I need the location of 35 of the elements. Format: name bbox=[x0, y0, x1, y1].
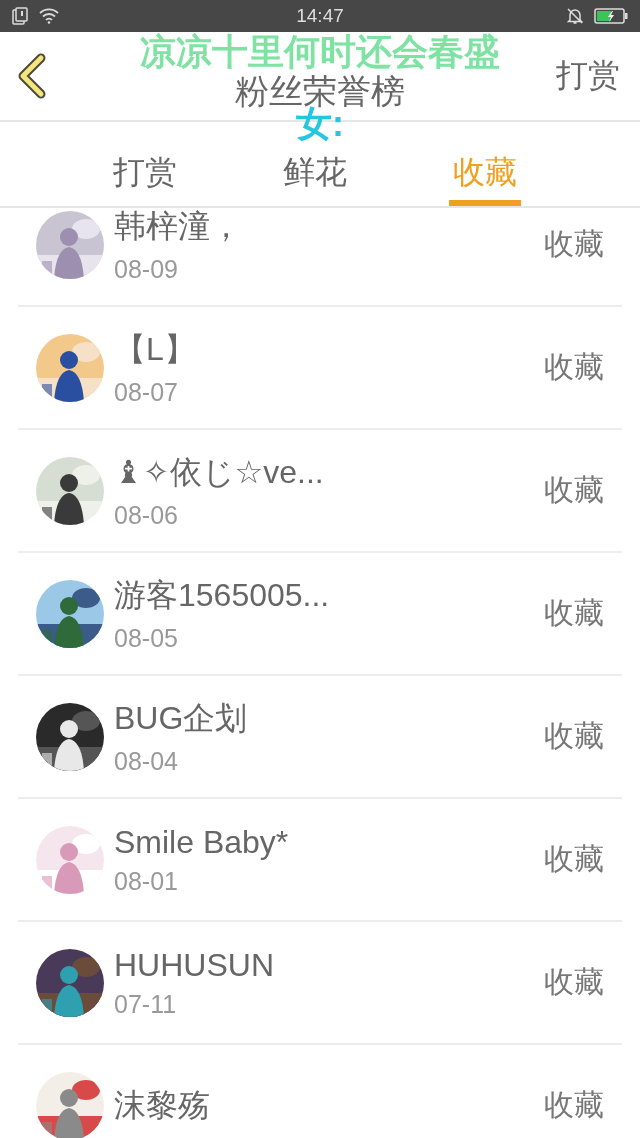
bell-muted-icon bbox=[566, 7, 584, 25]
favorite-label: 收藏 bbox=[544, 1087, 604, 1123]
date: 08-01 bbox=[114, 866, 179, 896]
date: 08-07 bbox=[114, 378, 179, 407]
back-button[interactable] bbox=[16, 53, 48, 99]
date: 08-09 bbox=[114, 255, 179, 284]
overlay-comment: 凉凉十里何时还会春盛 bbox=[140, 33, 500, 71]
favorite-label: 收藏 bbox=[544, 349, 604, 385]
tab[interactable]: 鲜花 bbox=[279, 146, 351, 206]
user-name: ♝✧依じ☆ve... bbox=[114, 453, 325, 492]
clock-time: 14:47 bbox=[296, 5, 344, 27]
user-name: BUG企划 bbox=[114, 699, 249, 738]
user-name: 【L】 bbox=[114, 330, 197, 369]
date: 07-11 bbox=[114, 989, 178, 1019]
date: 08-04 bbox=[114, 747, 179, 776]
user-name: HUHUSUN bbox=[114, 946, 275, 984]
date: 08-05 bbox=[114, 624, 179, 653]
favorite-label: 收藏 bbox=[544, 595, 604, 631]
battery-icon bbox=[594, 8, 628, 24]
user-name: 游客1565005... bbox=[114, 576, 331, 615]
wifi-icon bbox=[38, 8, 60, 24]
tab[interactable]: 打赏 bbox=[109, 146, 181, 206]
favorite-label: 收藏 bbox=[544, 472, 604, 508]
favorite-label: 收藏 bbox=[544, 841, 604, 877]
overlay-comment: 女: bbox=[296, 105, 344, 143]
favorite-label: 收藏 bbox=[544, 718, 604, 754]
favorite-label: 收藏 bbox=[544, 226, 604, 262]
user-name: 韩梓潼， bbox=[114, 208, 243, 246]
sim-icon bbox=[12, 7, 28, 25]
date: 08-06 bbox=[114, 501, 179, 530]
favorite-label: 收藏 bbox=[544, 964, 604, 1000]
reward-button[interactable]: 打赏 bbox=[556, 54, 620, 98]
chevron-left-icon bbox=[16, 53, 48, 99]
user-name: Smile Baby* bbox=[114, 823, 290, 861]
user-name: 沫黎殇 bbox=[114, 1085, 211, 1125]
